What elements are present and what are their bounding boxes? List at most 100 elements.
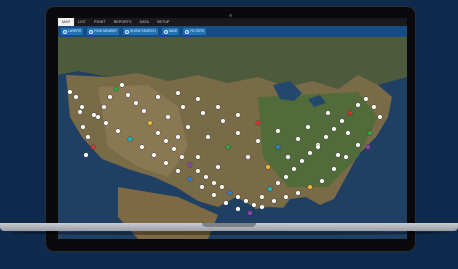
map-marker[interactable] (227, 190, 233, 196)
map-marker[interactable] (79, 104, 85, 110)
map-marker[interactable] (155, 94, 161, 100)
map-marker[interactable] (255, 138, 261, 144)
map-marker[interactable] (235, 130, 241, 136)
tab-point[interactable]: POINT (90, 18, 109, 26)
map-marker[interactable] (199, 184, 205, 190)
satellite-map[interactable] (58, 37, 407, 239)
map-marker[interactable] (343, 154, 349, 160)
map-marker[interactable] (215, 164, 221, 170)
map-marker[interactable] (211, 192, 217, 198)
map-marker[interactable] (235, 206, 241, 212)
map-marker[interactable] (195, 154, 201, 160)
map-marker[interactable] (175, 90, 181, 96)
map-marker[interactable] (291, 166, 297, 172)
map-marker[interactable] (275, 180, 281, 186)
map-marker[interactable] (67, 89, 73, 95)
map-marker[interactable] (259, 204, 265, 210)
map-marker[interactable] (77, 109, 83, 115)
map-marker[interactable] (331, 166, 337, 172)
map-marker[interactable] (155, 130, 161, 136)
map-marker[interactable] (295, 136, 301, 142)
map-marker[interactable] (187, 162, 193, 168)
map-marker[interactable] (220, 118, 226, 124)
map-marker[interactable] (245, 154, 251, 160)
map-marker[interactable] (275, 128, 281, 134)
map-marker[interactable] (275, 144, 281, 150)
map-marker[interactable] (215, 104, 221, 110)
map-marker[interactable] (83, 152, 89, 158)
map-marker[interactable] (195, 96, 201, 102)
map-marker[interactable] (371, 104, 377, 110)
map-marker[interactable] (339, 118, 345, 124)
map-marker[interactable] (85, 134, 91, 140)
map-marker[interactable] (125, 92, 131, 98)
map-marker[interactable] (363, 96, 369, 102)
map-marker[interactable] (151, 152, 157, 158)
tab-list[interactable]: LIST (74, 18, 90, 26)
map-marker[interactable] (180, 104, 186, 110)
map-marker[interactable] (283, 194, 289, 200)
map-marker[interactable] (235, 194, 241, 200)
map-marker[interactable] (113, 86, 119, 92)
map-marker[interactable] (103, 120, 109, 126)
map-marker[interactable] (133, 100, 139, 106)
save-button[interactable]: SAVE (161, 28, 180, 35)
map-marker[interactable] (139, 144, 145, 150)
map-marker[interactable] (265, 164, 271, 170)
tab-data[interactable]: DATA (136, 18, 153, 26)
map-marker[interactable] (305, 124, 311, 130)
map-marker[interactable] (355, 102, 361, 108)
map-marker[interactable] (171, 146, 177, 152)
map-marker[interactable] (299, 158, 305, 164)
map-marker[interactable] (203, 174, 209, 180)
map-marker[interactable] (91, 112, 97, 118)
map-marker[interactable] (147, 120, 153, 126)
map-marker[interactable] (251, 202, 257, 208)
map-marker[interactable] (175, 168, 181, 174)
layers-button[interactable]: LAYERS (61, 28, 84, 35)
map-marker[interactable] (90, 144, 96, 150)
map-marker[interactable] (119, 82, 125, 88)
map-marker[interactable] (187, 176, 193, 182)
map-marker[interactable] (331, 126, 337, 132)
map-marker[interactable] (223, 200, 229, 206)
map-marker[interactable] (283, 174, 289, 180)
map-marker[interactable] (307, 184, 313, 190)
map-marker[interactable] (163, 138, 169, 144)
map-marker[interactable] (271, 198, 277, 204)
map-marker[interactable] (323, 134, 329, 140)
map-marker[interactable] (175, 134, 181, 140)
tab-setup[interactable]: SETUP (153, 18, 173, 26)
tab-reports[interactable]: REPORTS (110, 18, 136, 26)
map-marker[interactable] (285, 154, 291, 160)
map-marker[interactable] (235, 112, 241, 118)
map-marker[interactable] (307, 150, 313, 156)
map-marker[interactable] (80, 124, 86, 130)
map-marker[interactable] (295, 190, 301, 196)
map-marker[interactable] (141, 108, 147, 114)
map-marker[interactable] (355, 142, 361, 148)
map-marker[interactable] (365, 144, 371, 150)
map-marker[interactable] (200, 110, 206, 116)
map-marker[interactable] (335, 152, 341, 158)
map-marker[interactable] (127, 136, 133, 142)
tab-map[interactable]: MAP (58, 18, 75, 26)
map-marker[interactable] (179, 154, 185, 160)
map-marker[interactable] (211, 180, 217, 186)
find-nearby-button[interactable]: FIND NEARBY (87, 28, 119, 35)
map-marker[interactable] (267, 186, 273, 192)
map-marker[interactable] (225, 144, 231, 150)
map-marker[interactable] (205, 134, 211, 140)
map-marker[interactable] (195, 168, 201, 174)
map-marker[interactable] (219, 184, 225, 190)
map-marker[interactable] (377, 114, 383, 120)
map-marker[interactable] (347, 110, 353, 116)
map-marker[interactable] (73, 94, 79, 100)
map-marker[interactable] (325, 110, 331, 116)
map-marker[interactable] (255, 120, 261, 126)
map-marker[interactable] (165, 114, 171, 120)
map-marker[interactable] (259, 194, 265, 200)
filters-button[interactable]: FILTERS (183, 28, 207, 35)
map-marker[interactable] (163, 160, 169, 166)
map-marker[interactable] (319, 178, 325, 184)
